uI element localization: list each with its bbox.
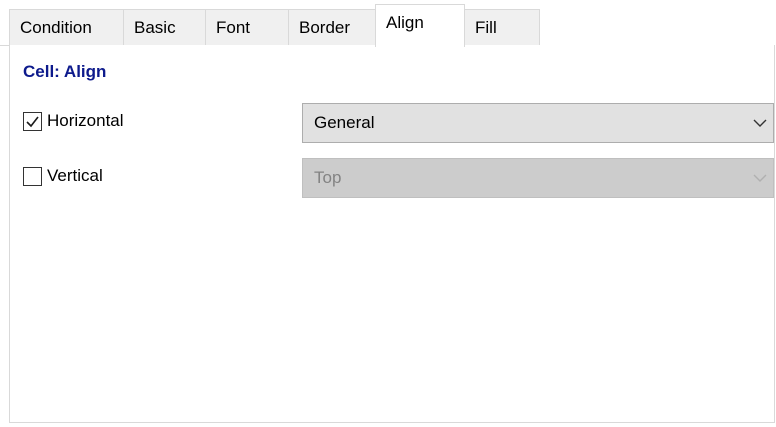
horizontal-checkbox-row[interactable]: Horizontal <box>23 110 124 132</box>
tab-label: Align <box>386 13 424 32</box>
horizontal-label: Horizontal <box>47 111 124 130</box>
tab-font[interactable]: Font <box>205 9 289 46</box>
horizontal-align-value: General <box>314 113 375 132</box>
tab-label: Fill <box>475 18 497 37</box>
vertical-align-select[interactable]: Top <box>302 158 774 198</box>
vertical-checkbox-row[interactable]: Vertical <box>23 165 103 187</box>
chevron-down-icon <box>753 174 767 182</box>
tab-basic[interactable]: Basic <box>123 9 206 46</box>
tab-label: Border <box>299 18 351 37</box>
tab-label: Condition <box>20 18 92 37</box>
horizontal-align-select[interactable]: General <box>302 103 774 143</box>
section-title: Cell: Align <box>23 62 107 81</box>
align-panel <box>9 45 775 423</box>
tab-align[interactable]: Align <box>375 4 465 47</box>
chevron-down-icon <box>753 119 767 127</box>
tab-condition[interactable]: Condition <box>9 9 124 46</box>
tab-fill[interactable]: Fill <box>464 9 540 46</box>
vertical-checkbox[interactable] <box>23 166 42 186</box>
align-settings-dialog: Condition Basic Font Border Align Fill C… <box>0 0 776 427</box>
vertical-label: Vertical <box>47 166 103 185</box>
vertical-align-value: Top <box>314 168 342 187</box>
tab-label: Font <box>216 18 251 37</box>
tab-border[interactable]: Border <box>288 9 376 46</box>
check-icon <box>26 116 39 127</box>
tab-label: Basic <box>134 18 176 37</box>
horizontal-checkbox[interactable] <box>23 111 42 131</box>
tab-strip: Condition Basic Font Border Align Fill <box>0 0 776 47</box>
